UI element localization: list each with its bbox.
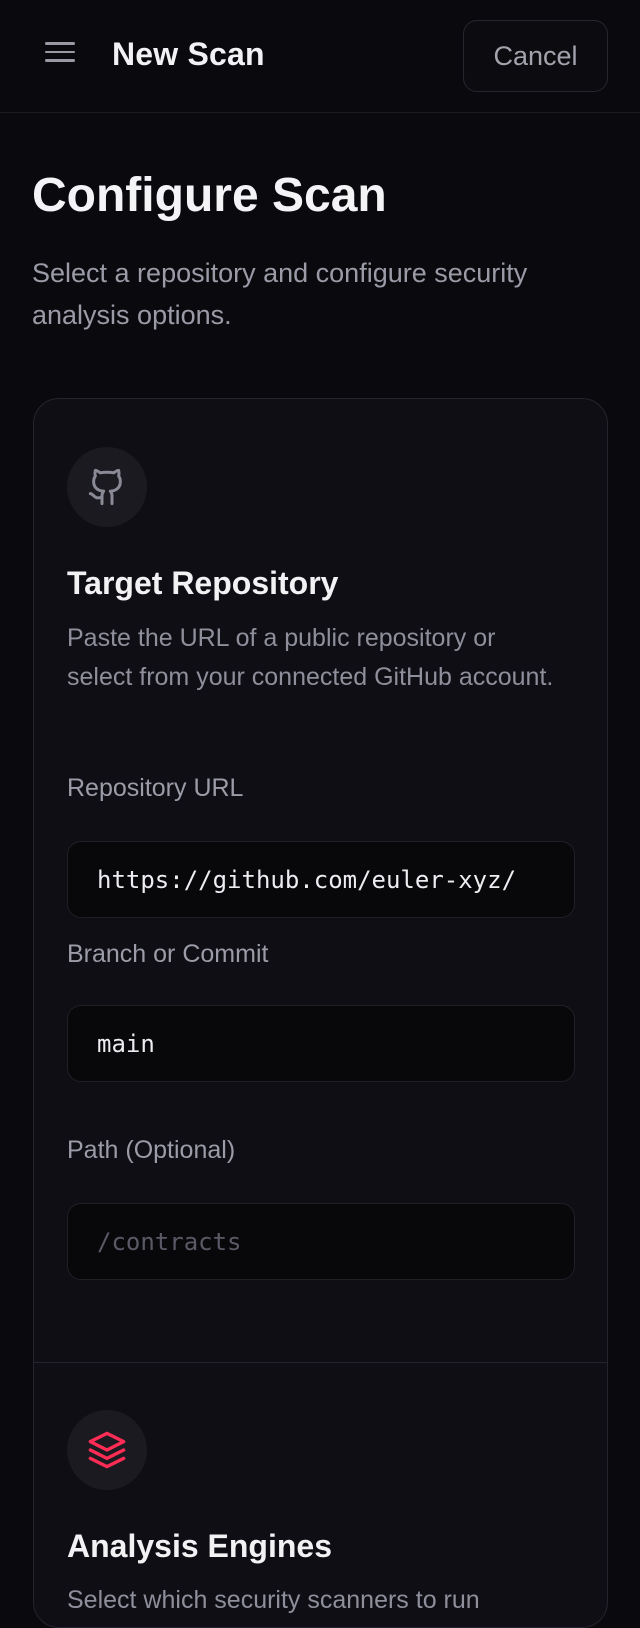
target-repository-section: Target Repository Paste the URL of a pub…	[34, 399, 607, 1362]
cancel-button[interactable]: Cancel	[463, 20, 608, 92]
branch-input[interactable]: main	[67, 1005, 575, 1082]
analysis-engines-description: Select which security scanners to run	[67, 1586, 480, 1614]
github-icon	[88, 468, 122, 506]
app-title: New Scan	[112, 36, 265, 72]
repo-url-label: Repository URL	[67, 774, 244, 802]
menu-icon	[45, 42, 75, 45]
target-repository-description: Paste the URL of a public repository or …	[67, 624, 554, 691]
analysis-engines-section: Analysis Engines Select which security s…	[34, 1362, 607, 1627]
path-label: Path (Optional)	[67, 1136, 236, 1164]
layers-icon-badge	[67, 1410, 147, 1490]
page-title: Configure Scan	[32, 169, 387, 222]
layers-icon	[88, 1431, 126, 1469]
top-bar: New Scan Cancel	[0, 0, 640, 113]
target-repository-title: Target Repository	[67, 565, 339, 601]
path-input[interactable]: /contracts	[67, 1203, 575, 1280]
repo-url-input[interactable]: https://github.com/euler-xyz/	[67, 841, 575, 918]
branch-label: Branch or Commit	[67, 940, 269, 968]
page-subtitle: Select a repository and configure securi…	[32, 258, 528, 330]
analysis-engines-title: Analysis Engines	[67, 1528, 332, 1564]
scan-config-card: Target Repository Paste the URL of a pub…	[33, 398, 608, 1628]
github-icon-badge	[67, 447, 147, 527]
menu-button[interactable]	[40, 37, 80, 67]
